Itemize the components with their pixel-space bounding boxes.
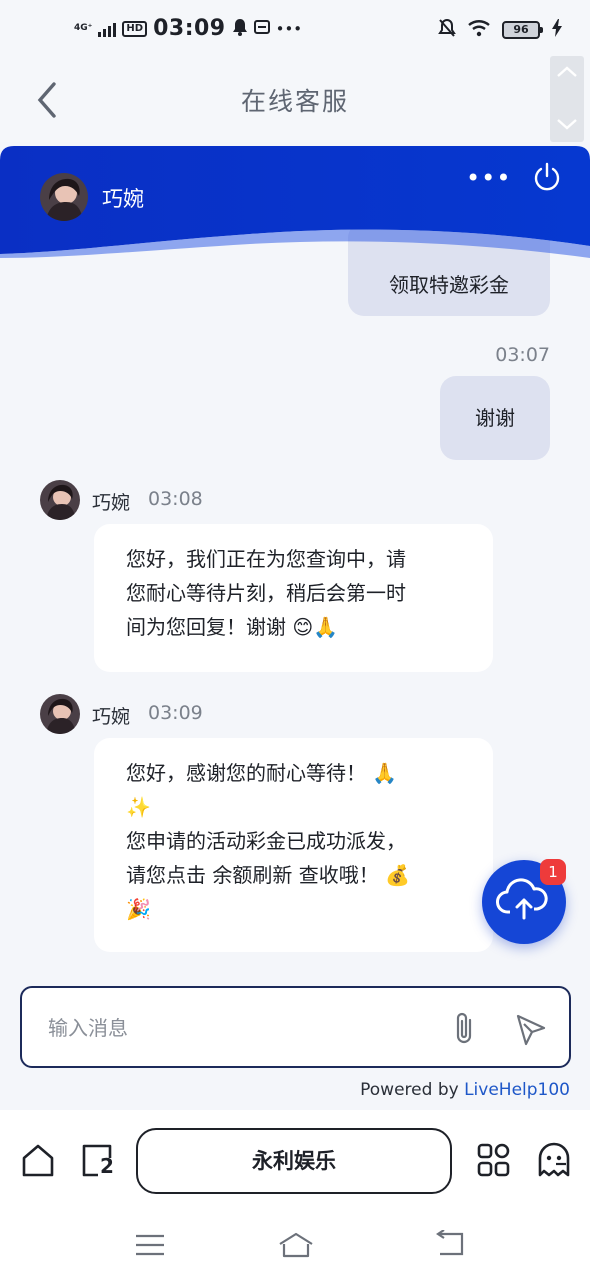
home-button[interactable]: [20, 1142, 56, 1178]
pray-emoji: 🙏: [372, 761, 398, 785]
tab-count: 2: [100, 1154, 114, 1178]
send-button[interactable]: [512, 1012, 548, 1046]
signal-icon: [98, 21, 117, 37]
message-line: 间为您回复！谢谢: [126, 615, 286, 639]
status-more-icon: •••: [275, 19, 303, 38]
ghost-mode-button[interactable]: [536, 1142, 572, 1178]
recent-apps-button[interactable]: [132, 1230, 168, 1260]
ghost-icon: [538, 1142, 570, 1177]
notification-bell-icon: [232, 18, 248, 40]
upload-count-badge: 1: [540, 859, 566, 885]
page-title: 在线客服: [240, 87, 349, 116]
powered-by-prefix: Powered by: [360, 1080, 465, 1100]
grid-icon: [477, 1143, 510, 1177]
agent-header-avatar: [40, 173, 88, 221]
agent-avatar: [40, 480, 80, 520]
menu-lines-icon: [136, 1234, 164, 1256]
money-bag-emoji: 💰: [385, 863, 410, 887]
mute-icon: [438, 18, 456, 42]
message-line: 您好，我们正在为您查询中，请: [126, 547, 406, 571]
send-icon: [516, 1014, 546, 1046]
battery-icon: 96: [502, 21, 543, 39]
more-options-button[interactable]: •••: [466, 164, 511, 192]
charging-icon: [552, 19, 562, 41]
message-input[interactable]: [48, 1010, 428, 1046]
scroll-control[interactable]: [550, 56, 584, 142]
wifi-icon: [468, 19, 490, 41]
hd-badge: HD: [122, 20, 148, 37]
user-message: 谢谢: [440, 376, 550, 460]
status-bar: 4G⁺ HD 03:09 ••• 96: [0, 0, 590, 58]
powered-by: Powered by LiveHelp100: [360, 1080, 570, 1100]
status-time: 03:09: [153, 16, 226, 41]
sender-name: 巧婉: [92, 492, 131, 514]
apps-button[interactable]: [476, 1142, 512, 1178]
message-line: 您申请的活动彩金已成功派发，: [126, 829, 406, 853]
attach-button[interactable]: [450, 1010, 480, 1048]
message-timestamp: 03:07: [495, 344, 550, 366]
party-popper-emoji: 🎉: [126, 897, 151, 921]
system-back-button[interactable]: [432, 1229, 468, 1260]
system-home-icon: [279, 1232, 313, 1258]
message-line: 您好，感谢您的耐心等待！: [126, 761, 366, 785]
paperclip-icon: [456, 1012, 472, 1044]
status-right: 96: [438, 18, 562, 42]
message-time: 03:08: [148, 488, 203, 510]
message-text: 领取特邀彩金: [389, 273, 509, 297]
end-chat-button[interactable]: [532, 162, 562, 192]
nav-bar: 在线客服: [0, 56, 590, 142]
home-icon: [22, 1144, 54, 1177]
system-navigation-bar: [0, 1212, 590, 1280]
header-wave-background: [0, 146, 590, 258]
network-type: 4G⁺: [74, 23, 93, 33]
agent-message: 您好，我们正在为您查询中，请 您耐心等待片刻，稍后会第一时 间为您回复！谢谢 😊…: [94, 524, 493, 672]
sparkles-emoji: ✨: [126, 795, 151, 819]
powered-by-link[interactable]: LiveHelp100: [464, 1080, 570, 1100]
agent-avatar: [40, 694, 80, 734]
sender-name: 巧婉: [92, 706, 131, 728]
message-line: 请您点击 余额刷新 查收哦！: [126, 863, 379, 887]
chat-area[interactable]: 领取特邀彩金 03:07 谢谢 巧婉 03:08 您好，我们正在为您查询中，请 …: [0, 142, 590, 1110]
scroll-down-icon: [557, 119, 577, 130]
agent-header: 巧婉 •••: [0, 146, 590, 258]
system-home-button[interactable]: [276, 1230, 316, 1260]
message-composer: [20, 986, 571, 1068]
agent-name: 巧婉: [102, 187, 144, 211]
site-name-button[interactable]: 永利娱乐: [136, 1128, 452, 1194]
message-line: 您耐心等待片刻，稍后会第一时: [126, 581, 406, 605]
scroll-up-icon: [557, 66, 577, 77]
smile-pray-emoji: 😊🙏: [292, 615, 339, 639]
message-text: 谢谢: [475, 406, 515, 430]
system-back-icon: [436, 1229, 464, 1256]
status-left: 4G⁺ HD 03:09 •••: [74, 16, 302, 41]
message-time: 03:09: [148, 702, 203, 724]
tabs-button[interactable]: 2: [80, 1142, 120, 1178]
mail-icon: [253, 19, 270, 39]
agent-message: 您好，感谢您的耐心等待！ 🙏 ✨ 您申请的活动彩金已成功派发， 请您点击 余额刷…: [94, 738, 493, 952]
power-icon: [534, 162, 560, 191]
browser-toolbar: 2 永利娱乐: [0, 1110, 590, 1212]
